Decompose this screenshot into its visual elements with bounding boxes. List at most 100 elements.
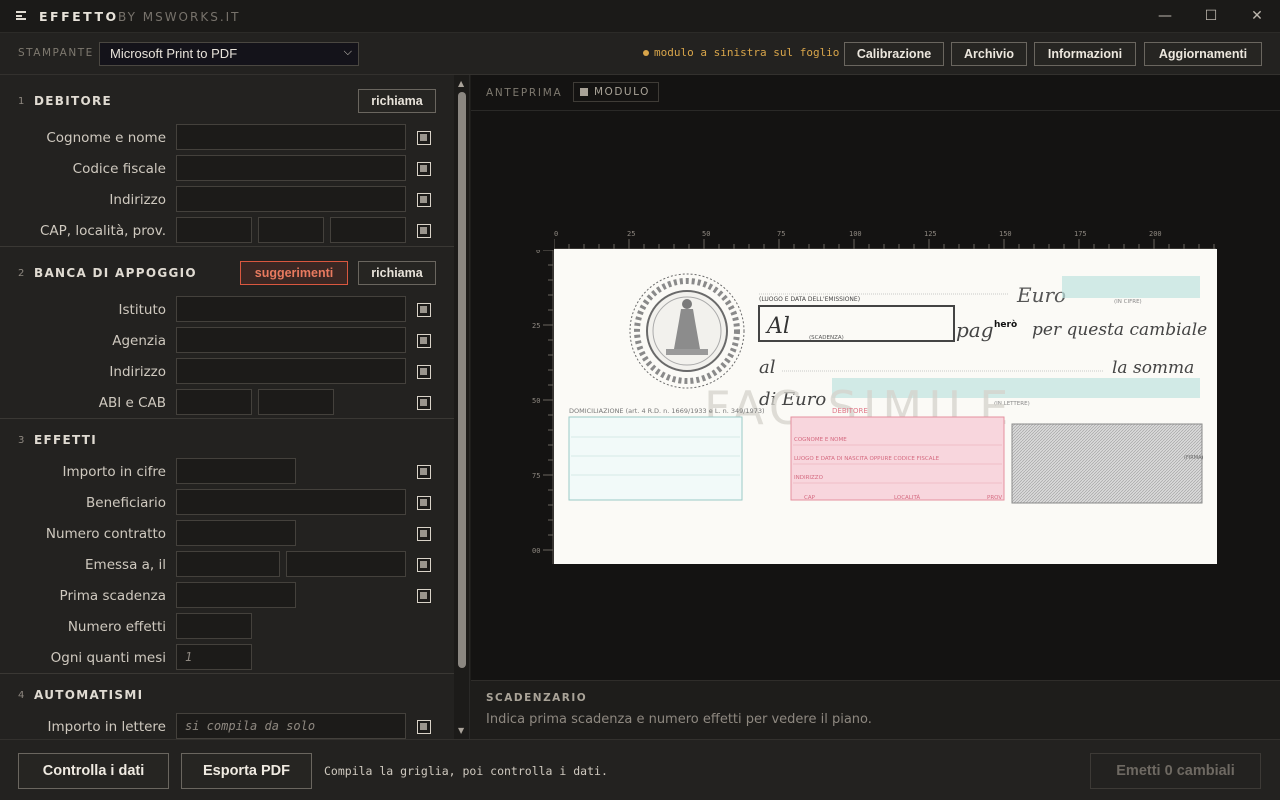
section-title-debitore: DEBITORE: [34, 94, 112, 108]
prima-scadenza-checkbox[interactable]: [417, 589, 431, 603]
localita-input[interactable]: [258, 217, 324, 243]
istituto-input[interactable]: [176, 296, 406, 322]
numero-effetti-input[interactable]: [176, 613, 252, 639]
emessa-data-input[interactable]: [286, 551, 406, 577]
field-label: Istituto: [118, 302, 166, 318]
cap-checkbox[interactable]: [417, 224, 431, 238]
archivio-button[interactable]: Archivio: [951, 42, 1027, 66]
cap-input[interactable]: [176, 217, 252, 243]
emblem-icon: [629, 273, 745, 389]
suggerimenti-button[interactable]: suggerimenti: [240, 261, 348, 285]
section-number: 2: [18, 268, 25, 279]
numero-contratto-checkbox[interactable]: [417, 527, 431, 541]
ruler-label: 150: [999, 230, 1012, 238]
luogo-data-caption: (LUOGO E DATA DELL'EMISSIONE): [759, 296, 860, 303]
field-label: Emessa a, il: [85, 557, 166, 573]
cognome-nome-input[interactable]: [176, 124, 406, 150]
debitore-richiama-button[interactable]: richiama: [358, 89, 436, 113]
toolbar: STAMPANTE Microsoft Print to PDF ⌵ modul…: [0, 32, 1280, 75]
beneficiario-input[interactable]: [176, 489, 406, 515]
cheque-form: (LUOGO E DATA DELL'EMISSIONE) Euro (IN C…: [568, 273, 1207, 504]
abi-input[interactable]: [176, 389, 252, 415]
form-scrollbar[interactable]: ▲ ▼: [454, 75, 470, 739]
app-subtitle: BY MSWORKS.IT: [118, 10, 241, 24]
ruler-label: 75: [777, 230, 785, 238]
codice-fiscale-checkbox[interactable]: [417, 162, 431, 176]
ruler-label: 50: [532, 397, 540, 405]
divider: [0, 246, 454, 247]
al-label: Al: [765, 314, 790, 339]
importo-cifre-input[interactable]: [176, 458, 296, 484]
close-button[interactable]: ✕: [1234, 0, 1280, 32]
ruler-label: 25: [627, 230, 635, 238]
indirizzo-caption: INDIRIZZO: [794, 475, 824, 481]
divider: [0, 418, 454, 419]
cab-input[interactable]: [258, 389, 334, 415]
section-number: 4: [18, 690, 25, 701]
banca-indirizzo-checkbox[interactable]: [417, 365, 431, 379]
field-label: ABI e CAB: [98, 395, 166, 411]
prima-scadenza-input[interactable]: [176, 582, 296, 608]
banca-indirizzo-input[interactable]: [176, 358, 406, 384]
minimize-button[interactable]: —: [1142, 0, 1188, 32]
ruler-label: 125: [924, 230, 937, 238]
calibrazione-button[interactable]: Calibrazione: [844, 42, 944, 66]
importo-cifre-checkbox[interactable]: [417, 465, 431, 479]
controlla-dati-button[interactable]: Controlla i dati: [18, 753, 169, 789]
preview-header: ANTEPRIMA MODULO: [471, 75, 1280, 111]
ogni-quanti-mesi-input[interactable]: 1: [176, 644, 252, 670]
field-label: Indirizzo: [109, 364, 166, 380]
bottom-bar: Controlla i dati Esporta PDF Compila la …: [0, 739, 1280, 800]
codice-fiscale-input[interactable]: [176, 155, 406, 181]
cheque-preview: (LUOGO E DATA DELL'EMISSIONE) Euro (IN C…: [554, 249, 1217, 564]
abi-cab-checkbox[interactable]: [417, 396, 431, 410]
field-label: Importo in cifre: [62, 464, 166, 480]
in-cifre-caption: (IN CIFRE): [1114, 299, 1142, 305]
domiciliazione-caption: DOMICILIAZIONE (art. 4 R.D. n. 1669/1933…: [569, 407, 765, 415]
istituto-checkbox[interactable]: [417, 303, 431, 317]
prov-caption: PROV: [987, 495, 1002, 501]
emessa-checkbox[interactable]: [417, 558, 431, 572]
field-label: Agenzia: [112, 333, 166, 349]
numero-contratto-input[interactable]: [176, 520, 296, 546]
ruler-label: 75: [532, 472, 540, 480]
scrollbar-thumb[interactable]: [458, 92, 466, 668]
informazioni-button[interactable]: Informazioni: [1034, 42, 1136, 66]
scroll-up-icon[interactable]: ▲: [458, 79, 464, 88]
agenzia-checkbox[interactable]: [417, 334, 431, 348]
modulo-toggle[interactable]: MODULO: [573, 82, 659, 102]
scadenzario-message: Indica prima scadenza e numero effetti p…: [486, 712, 872, 727]
provincia-input[interactable]: [330, 217, 406, 243]
field-label: Importo in lettere: [47, 719, 166, 735]
indirizzo-input[interactable]: [176, 186, 406, 212]
debitore-caption: DEBITORE: [832, 407, 868, 415]
aggiornamenti-button[interactable]: Aggiornamenti: [1144, 42, 1262, 66]
indirizzo-checkbox[interactable]: [417, 193, 431, 207]
esporta-pdf-button[interactable]: Esporta PDF: [181, 753, 312, 789]
agenzia-input[interactable]: [176, 327, 406, 353]
field-label: Indirizzo: [109, 192, 166, 208]
emessa-luogo-input[interactable]: [176, 551, 280, 577]
section-title-effetti: EFFETTI: [34, 433, 98, 447]
field-label: Numero contratto: [45, 526, 166, 542]
preview-panel: ANTEPRIMA MODULO 0 25 50 75 100 125 150 …: [471, 75, 1280, 680]
maximize-button[interactable]: ☐: [1188, 0, 1234, 32]
importo-lettere-checkbox[interactable]: [417, 720, 431, 734]
ruler-label: 0: [554, 230, 558, 238]
importo-lettere-input[interactable]: si compila da solo: [176, 713, 406, 739]
square-icon: [580, 88, 588, 96]
banca-richiama-button[interactable]: richiama: [358, 261, 436, 285]
emetti-cambiali-button[interactable]: Emetti 0 cambiali: [1090, 753, 1261, 789]
field-label: Cognome e nome: [46, 130, 166, 146]
cognome-nome-checkbox[interactable]: [417, 131, 431, 145]
divider: [0, 673, 454, 674]
printer-select[interactable]: Microsoft Print to PDF ⌵: [99, 42, 359, 66]
beneficiario-checkbox[interactable]: [417, 496, 431, 510]
la-somma-label: la somma: [1112, 358, 1194, 378]
section-title-banca: BANCA DI APPOGGIO: [34, 266, 197, 280]
scroll-down-icon[interactable]: ▼: [458, 726, 464, 735]
menu-icon[interactable]: [16, 11, 26, 20]
ruler-label: 00: [532, 547, 540, 555]
euro-label: Euro: [1016, 283, 1066, 307]
maximize-icon: ☐: [1204, 8, 1218, 24]
